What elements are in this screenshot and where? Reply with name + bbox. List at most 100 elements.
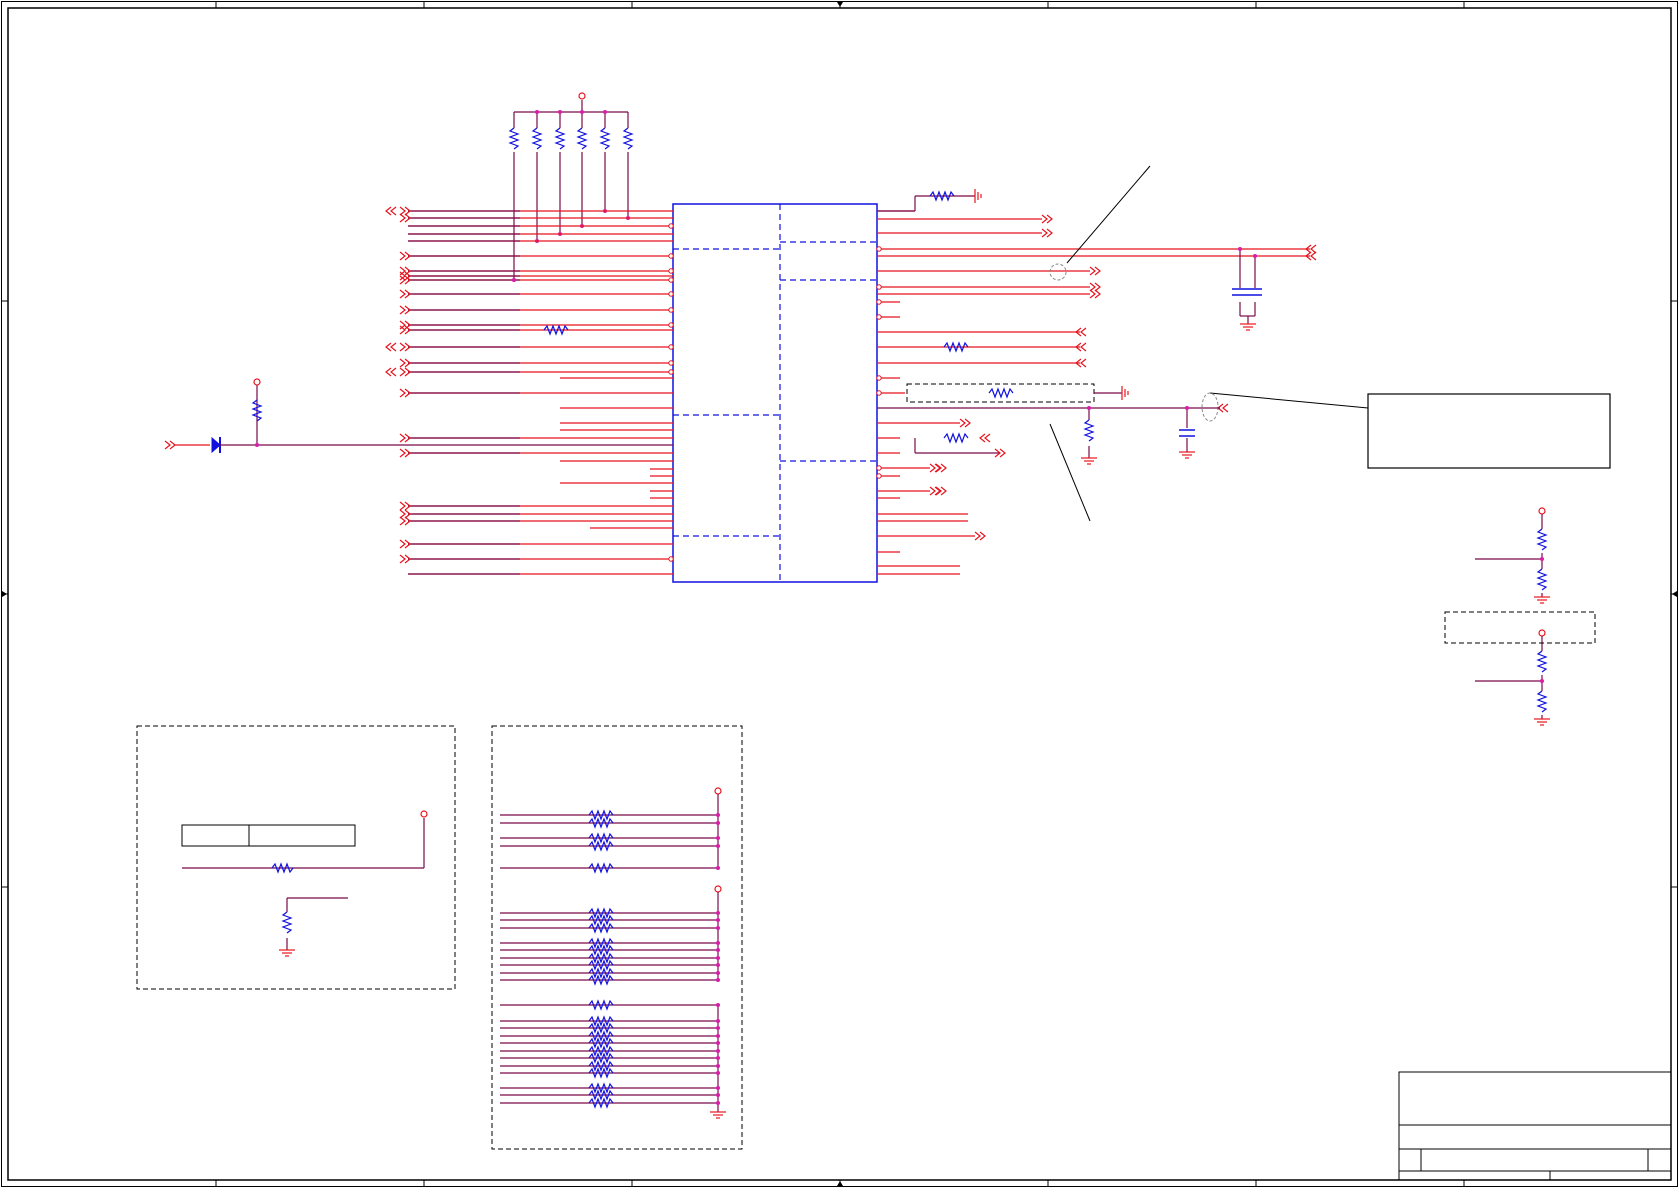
junction-dot — [716, 1049, 720, 1053]
ground-icon — [1534, 718, 1550, 726]
junction-dot — [535, 110, 539, 114]
pin-marker — [668, 360, 674, 366]
right-signal-lines — [876, 189, 1317, 575]
pin-marker — [876, 284, 882, 290]
off-page-connector-icon — [385, 206, 397, 216]
power-flag-icon — [420, 810, 428, 818]
annotation-leader-lines — [1049, 165, 1369, 522]
resistor-array — [500, 787, 726, 1119]
pin-marker — [668, 307, 674, 313]
title-block — [1398, 1071, 1672, 1181]
power-flag-icon — [714, 787, 722, 795]
junction-dot — [716, 1041, 720, 1045]
pin-marker — [668, 277, 674, 283]
junction-dot — [716, 813, 720, 817]
pin-marker — [668, 253, 674, 259]
center-arrows — [2, 2, 1677, 1186]
resistor-icon — [943, 432, 969, 444]
pin-marker — [876, 390, 882, 396]
junction-dot — [716, 1034, 720, 1038]
ground-icon — [1081, 451, 1195, 465]
power-flag-icon — [1538, 629, 1546, 637]
junction-dot — [716, 956, 720, 960]
right-mid-components — [877, 383, 1220, 465]
divider-dashed-box — [1444, 611, 1596, 644]
resistor-icon — [554, 127, 566, 150]
pin-marker — [668, 556, 674, 562]
ground-right — [974, 189, 982, 203]
pullup-resistor-bank — [514, 92, 628, 113]
off-page-connector-icon — [1089, 282, 1101, 292]
off-page-connector-icon — [929, 463, 941, 473]
junction-dot — [716, 1003, 720, 1007]
pin-marker — [668, 291, 674, 297]
off-page-connector-icon — [929, 486, 941, 496]
ground-icon — [1121, 386, 1129, 400]
pin-marker — [668, 223, 674, 229]
power-flag-icon — [578, 92, 586, 100]
junction-dot — [716, 866, 720, 870]
off-page-connector-icon — [385, 342, 397, 352]
schematic-sheet — [0, 0, 1679, 1188]
junction-dot — [716, 1064, 720, 1068]
junction-dot — [716, 1056, 720, 1060]
junction-dot — [716, 836, 720, 840]
left-signal-lines — [385, 206, 674, 575]
junction-dot — [716, 844, 720, 848]
decoupling-caps-top-right — [1232, 247, 1262, 331]
junction-dot — [716, 1026, 720, 1030]
junction-dot — [716, 911, 720, 915]
off-page-connector-icon — [1041, 214, 1053, 224]
junction-dot — [1540, 679, 1544, 683]
junction-dot — [716, 1071, 720, 1075]
off-page-connector-icon — [385, 367, 397, 377]
junction-dot — [716, 941, 720, 945]
frame-ticks — [1, 1, 1677, 1186]
resistor-icon — [1536, 690, 1548, 713]
off-page-connector-icon — [164, 440, 176, 450]
junction-dot — [558, 110, 562, 114]
pin-marker — [668, 322, 674, 328]
ground-icon — [974, 189, 982, 203]
resistor-icon — [576, 127, 588, 150]
pin-marker — [876, 465, 882, 471]
resistor-icon — [1536, 568, 1548, 591]
resistor-icon — [508, 127, 520, 150]
capacitor-icon — [1179, 429, 1195, 437]
ground-icon — [710, 1111, 726, 1119]
sheet-frame — [1, 1, 1678, 1187]
pin-marker — [876, 299, 882, 305]
junction-dot — [716, 1019, 720, 1023]
main-ic — [672, 203, 878, 583]
diode-input — [164, 378, 673, 454]
schematic-canvas — [1, 1, 1678, 1187]
off-page-connector-icon — [935, 486, 947, 496]
resistor-icon — [1083, 419, 1095, 442]
pin-marker — [668, 369, 674, 375]
ground-icon — [1240, 323, 1256, 331]
diode-icon — [211, 436, 221, 454]
off-page-connector-icon — [1089, 289, 1101, 299]
pin-marker — [668, 344, 674, 350]
off-page-connector-icon — [1089, 266, 1101, 276]
power-flag-icon — [253, 378, 261, 386]
pin-marker — [876, 314, 882, 320]
off-page-connector-icon — [979, 433, 991, 443]
junction-dot — [716, 821, 720, 825]
resistor-icon — [599, 127, 611, 150]
pin-marker — [876, 246, 882, 252]
junction-dot — [716, 948, 720, 952]
junction-dot — [603, 110, 607, 114]
ground-icon — [279, 949, 295, 957]
junction-dot — [716, 963, 720, 967]
capacitor-icon — [1232, 288, 1262, 296]
pin-marker — [876, 473, 882, 479]
junction-dot — [716, 1086, 720, 1090]
junction-dot — [716, 978, 720, 982]
junction-dot — [512, 278, 516, 282]
voltage-dividers — [1475, 507, 1550, 726]
bottom-left-block — [136, 725, 456, 990]
resistor-icon — [988, 387, 1014, 399]
off-page-connector-icon — [935, 463, 947, 473]
power-flag-icon — [714, 885, 722, 893]
